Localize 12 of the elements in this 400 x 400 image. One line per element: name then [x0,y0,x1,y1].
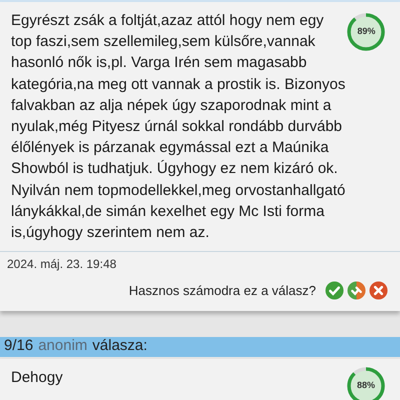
answer-date: 2024. máj. 23. 19:48 [7,257,116,272]
rating-percent: 89% [356,26,376,38]
neutral-icon[interactable] [347,281,366,300]
answer-text: Dehogy [11,368,63,388]
rating-percent: 88% [356,380,376,392]
author-name[interactable]: anonim [38,335,88,358]
header-label: válasza: [92,336,148,356]
answer-number: 9/16 [4,336,34,356]
helpful-question: Hasznos számodra ez a válasz? [128,282,316,300]
answer-text: Egyrészt zsák a foltját,azaz attól hogy nem egy top faszi,sem szellemileg,sem külsőre,vannak hasonló nők is,pl. Varga Irén sem magasabb kategória,na meg ott vannak a prostik is. Bizonyos falvakban az alja népek úgy szaporodnak mint a nyulak,még Pityesz úrnál sokkal rondább durvább élőlények is párzanak egymással ezt a Maúnika Showból is tudhatjuk. Úgyhogy ez nem kizáró ok. Nyilván nem topmodellekkel,meg orvostanhallgató lánykákkal,de simán kexelhet egy Mc Isti forma is,úgyhogy szerintem nem az. [11,11,346,244]
no-cross-icon[interactable] [369,281,388,300]
yes-check-icon[interactable] [325,281,344,300]
